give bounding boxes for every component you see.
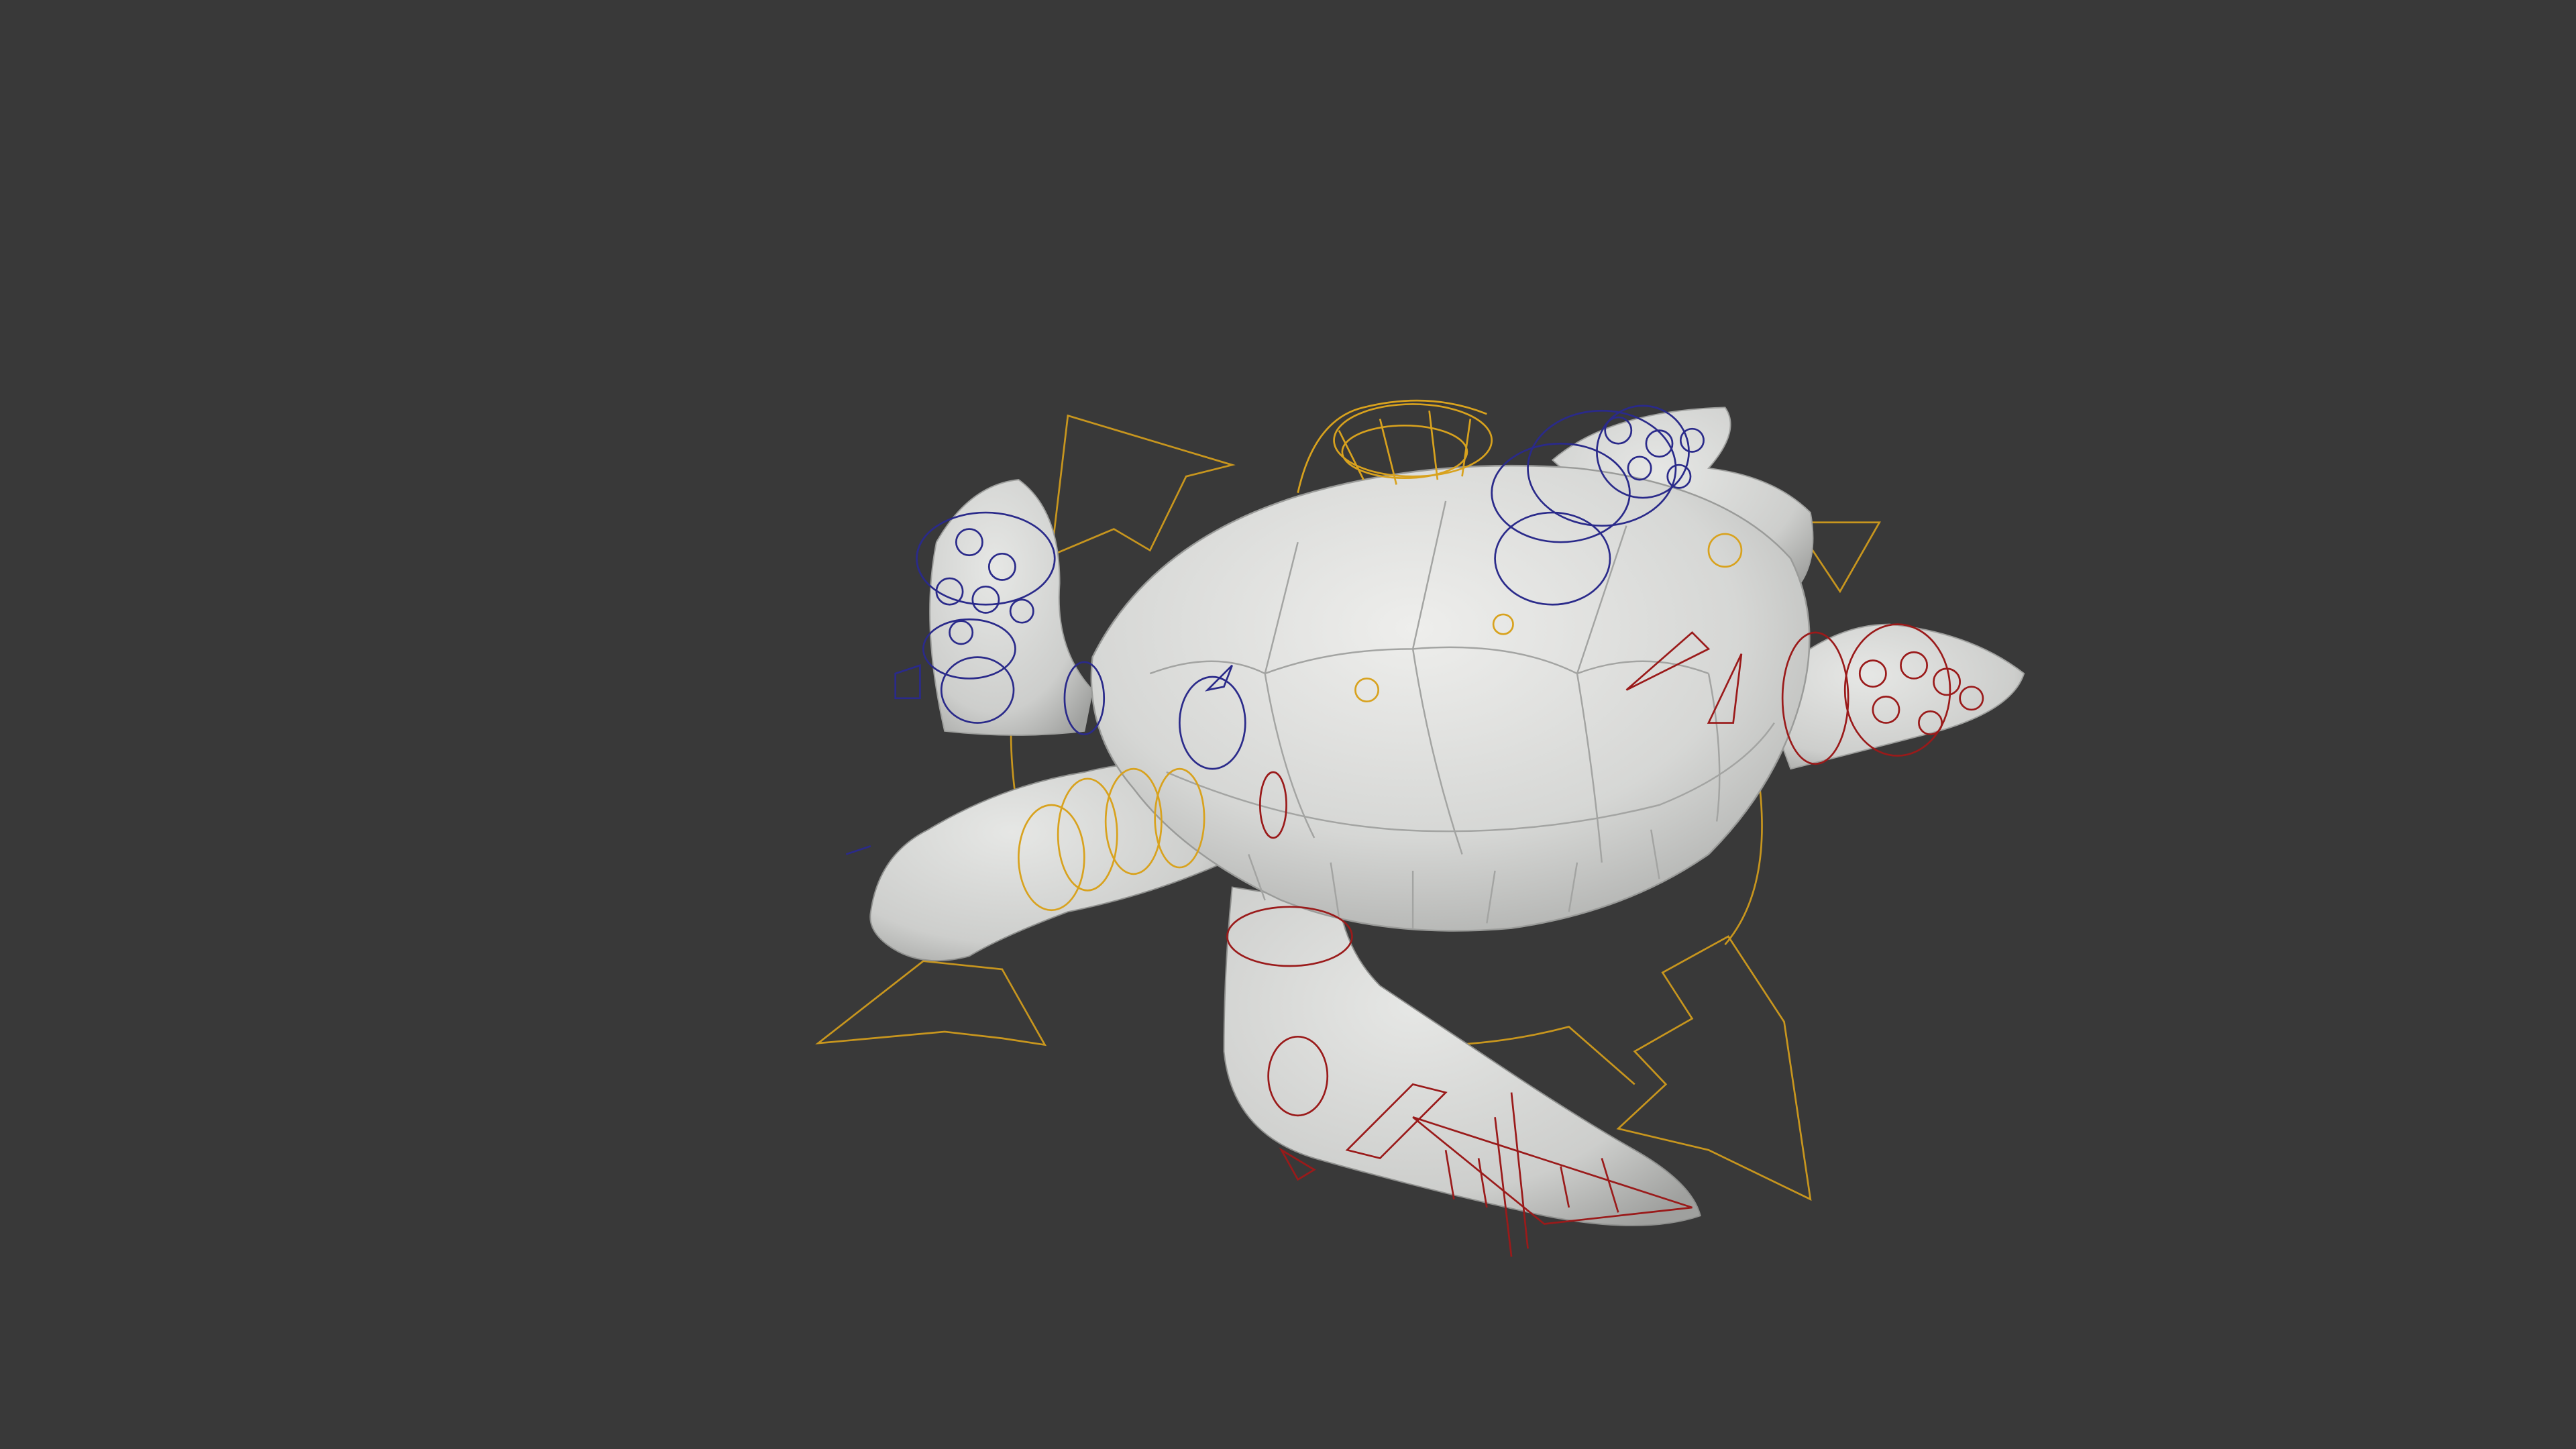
viewport-canvas[interactable]	[0, 0, 2576, 1449]
3d-viewport[interactable]	[0, 0, 2576, 1449]
turtle-model[interactable]	[869, 407, 2025, 1226]
